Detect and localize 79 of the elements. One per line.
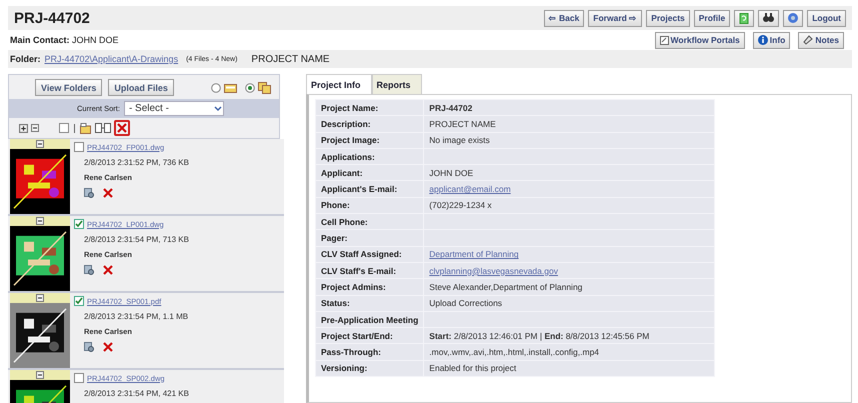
- project-title: PRJ-44702: [14, 10, 90, 26]
- portal-button[interactable]: Workflow Portals: [654, 32, 745, 48]
- field-label: Phone:: [316, 197, 424, 214]
- field-value: PROJECT NAME: [424, 116, 714, 132]
- folder-label: Folder:: [10, 54, 40, 64]
- field-label: Project Image:: [316, 132, 424, 148]
- folder-icon: [80, 122, 92, 134]
- panel-button[interactable]: Upload Files: [108, 79, 174, 96]
- field-label: Applicant's E-mail:: [316, 180, 424, 198]
- checkbox[interactable]: [74, 373, 84, 383]
- file-details: 2/8/2013 2:31:54 PM, 421 KB: [84, 389, 189, 398]
- field-label: Project Start/End:: [316, 328, 424, 344]
- field-value: .mov,.wmv,.avi,.htm,.html,.install,.config,.mp4: [424, 344, 714, 360]
- tab[interactable]: Reports: [372, 74, 422, 94]
- help-button[interactable]: [783, 10, 804, 26]
- preview-icon: [84, 342, 95, 353]
- field-label: Pre-Application Meeting: [316, 311, 424, 328]
- field-label: Status:: [316, 295, 424, 312]
- notes-icon: [803, 35, 814, 45]
- file-details: 2/8/2013 2:31:54 PM, 1.1 MB: [84, 312, 188, 321]
- sort-dropdown[interactable]: - Select -: [124, 101, 224, 116]
- field-value: Enabled for this project: [424, 360, 714, 377]
- checkbox[interactable]: [74, 296, 84, 306]
- info-button[interactable]: Info: [752, 32, 790, 48]
- delete-icon: [103, 265, 113, 275]
- field-label: Pager:: [316, 230, 424, 246]
- nav-button[interactable]: Profile: [694, 10, 730, 26]
- field-value: Steve Alexander,Department of Planning: [424, 278, 714, 296]
- binoculars-icon: [763, 13, 774, 23]
- copy-icon: [95, 123, 111, 133]
- field-label: Versioning:: [316, 360, 424, 377]
- nav-button[interactable]: Forward ⇨: [588, 10, 642, 26]
- field-value: JOHN DOE: [424, 164, 714, 181]
- field-value: PRJ-44702: [424, 100, 714, 116]
- expand-icon: [19, 124, 28, 132]
- checkbox[interactable]: [74, 142, 84, 152]
- field-label: Project Admins:: [316, 278, 424, 296]
- nav-button[interactable]: ⇦ Back: [544, 10, 584, 26]
- field-label: CLV Staff's E-mail:: [316, 262, 424, 279]
- collapse-icon: [31, 124, 39, 132]
- folder-path-link[interactable]: PRJ-44702\Applicant\A-Drawings: [44, 54, 178, 64]
- delete-selected-button[interactable]: [114, 120, 130, 136]
- delete-icon: [103, 188, 113, 198]
- email-link[interactable]: applicant@email.com: [429, 184, 511, 194]
- info-icon: [758, 35, 768, 45]
- nav-button[interactable]: Logout: [807, 10, 846, 26]
- tab[interactable]: Project Info: [306, 74, 372, 94]
- radio-button[interactable]: [245, 82, 255, 92]
- field-label: Project Name:: [316, 100, 424, 116]
- copy-icon: [258, 82, 271, 94]
- main-contact: Main Contact: JOHN DOE: [10, 35, 119, 45]
- panel-button[interactable]: View Folders: [35, 79, 102, 96]
- checkbox[interactable]: [59, 123, 69, 133]
- file-details: 2/8/2013 2:31:54 PM, 713 KB: [84, 235, 189, 244]
- field-label: Description:: [316, 116, 424, 132]
- field-value: (702)229-1234 x: [424, 197, 714, 214]
- field-label: CLV Staff Assigned:: [316, 246, 424, 262]
- delete-icon: [103, 342, 113, 352]
- file-details: 2/8/2013 2:31:52 PM, 736 KB: [84, 158, 189, 167]
- radio-button[interactable]: [211, 82, 221, 92]
- field-value: No image exists: [424, 132, 714, 148]
- refresh-icon: [739, 12, 750, 24]
- email-link[interactable]: clvplanning@lasvegasnevada.gov: [429, 266, 558, 276]
- preview-icon: [84, 188, 95, 199]
- folder-icon: [224, 82, 237, 92]
- nav-button[interactable]: Projects: [646, 10, 690, 26]
- field-label: Pass-Through:: [316, 344, 424, 360]
- field-value: Start: 2/8/2013 12:46:01 PM | End: 8/8/2013 12:45:56 PM: [424, 328, 714, 344]
- field-label: Applications:: [316, 148, 424, 165]
- field-label: Cell Phone:: [316, 214, 424, 230]
- chevron-down-icon: [212, 104, 223, 114]
- project-name: PROJECT NAME: [251, 54, 330, 64]
- notes-button[interactable]: Notes: [798, 32, 844, 48]
- search-button[interactable]: [758, 10, 780, 26]
- preview-icon: [84, 265, 95, 276]
- checkbox[interactable]: [74, 219, 84, 229]
- email-link[interactable]: Department of Planning: [429, 249, 519, 260]
- field-label: Applicant:: [316, 164, 424, 181]
- field-value: Upload Corrections: [424, 295, 714, 312]
